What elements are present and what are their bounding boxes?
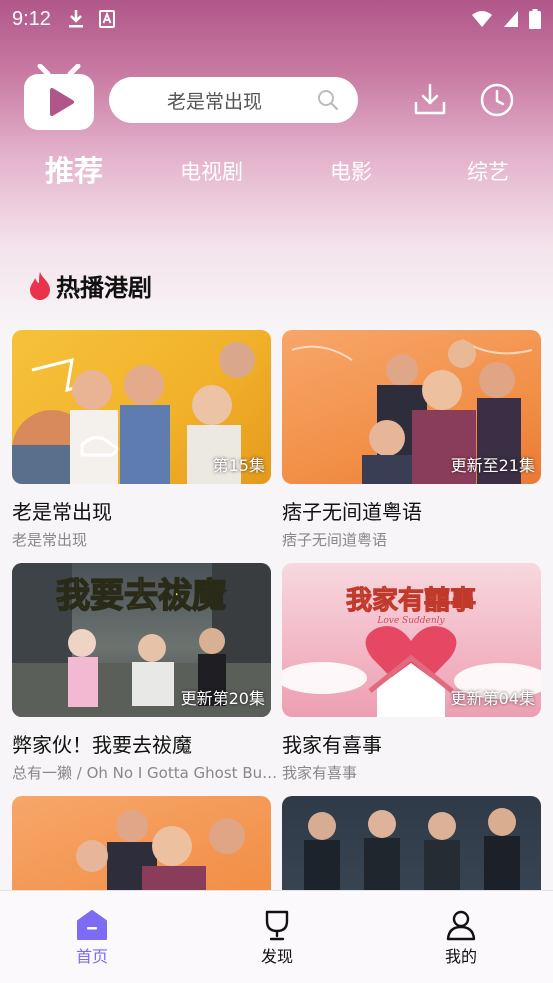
status-bar: 9:12 — [0, 0, 553, 38]
tab-movies[interactable]: 电影 — [330, 156, 372, 186]
bottom-navigation: 首页 发现 我的 — [0, 890, 553, 983]
card-subtitle: 老是常出现 — [12, 531, 88, 549]
section-header: 热播港剧 — [28, 268, 152, 303]
card-subtitle: 我家有喜事 — [282, 764, 358, 782]
episode-badge: 更新第20集 — [180, 689, 265, 708]
episode-badge: 更新至21集 — [450, 456, 535, 475]
poster-image: 更新至21集 — [282, 330, 541, 484]
poster-image: 我家有囍事 Love Suddenly 更新第04集 — [282, 563, 541, 717]
section-title: 热播港剧 — [56, 274, 152, 302]
download-notification-icon — [68, 10, 83, 28]
nav-label: 首页 — [75, 947, 108, 966]
card-title: 痞子无间道粤语 — [282, 500, 422, 524]
nav-label: 我的 — [444, 947, 477, 966]
user-icon — [446, 910, 476, 941]
download-icon[interactable] — [412, 82, 448, 118]
card-subtitle: 痞子无间道粤语 — [282, 531, 388, 549]
tab-tv-series[interactable]: 电视剧 — [180, 156, 243, 186]
poster-image: 第15集 — [12, 330, 271, 484]
episode-badge: 更新第04集 — [450, 689, 535, 708]
trophy-icon — [265, 910, 289, 941]
drama-card[interactable]: 第15集 老是常出现 老是常出现 — [12, 330, 271, 550]
font-app-icon — [98, 10, 115, 28]
tab-variety[interactable]: 综艺 — [467, 156, 509, 186]
card-title: 老是常出现 — [12, 500, 112, 524]
poster-subtitle-text: Love Suddenly — [376, 616, 445, 626]
category-tabs: 推荐 电视剧 电影 综艺 — [0, 144, 553, 194]
status-time: 9:12 — [12, 7, 51, 30]
search-input[interactable]: 老是常出现 — [109, 77, 358, 123]
drama-card[interactable]: 更新至21集 痞子无间道粤语 痞子无间道粤语 — [282, 330, 541, 550]
drama-card[interactable]: 我要去祓魔 更新第20集 弊家伙！我要去祓魔 总有一獭 / Oh No I Go… — [12, 563, 277, 783]
battery-icon — [529, 9, 541, 29]
poster-image: 我要去祓魔 更新第20集 — [12, 563, 271, 717]
poster-title-text: 我家有囍事 — [346, 585, 476, 616]
nav-label: 发现 — [260, 947, 293, 966]
nav-discover[interactable]: 发现 — [237, 909, 317, 967]
tv-play-logo[interactable] — [24, 64, 94, 130]
card-title: 我家有喜事 — [282, 733, 382, 757]
drama-card[interactable]: 我家有囍事 Love Suddenly 更新第04集 我家有喜事 我家有喜事 — [282, 563, 541, 783]
card-title: 弊家伙！我要去祓魔 — [12, 733, 192, 757]
fire-icon — [30, 271, 50, 300]
card-subtitle: 总有一獭 / Oh No I Gotta Ghost Bu… — [12, 764, 278, 782]
nav-profile[interactable]: 我的 — [421, 909, 501, 967]
cellular-signal-icon — [504, 11, 518, 27]
episode-badge: 第15集 — [212, 456, 265, 475]
wifi-icon — [472, 11, 492, 27]
history-icon[interactable] — [479, 82, 515, 118]
home-icon — [77, 910, 107, 940]
search-icon[interactable] — [316, 88, 340, 112]
tab-recommend[interactable]: 推荐 — [45, 148, 103, 190]
nav-home[interactable]: 首页 — [52, 909, 132, 967]
poster-title-text: 我要去祓魔 — [56, 576, 226, 616]
search-input-value: 老是常出现 — [167, 90, 263, 113]
